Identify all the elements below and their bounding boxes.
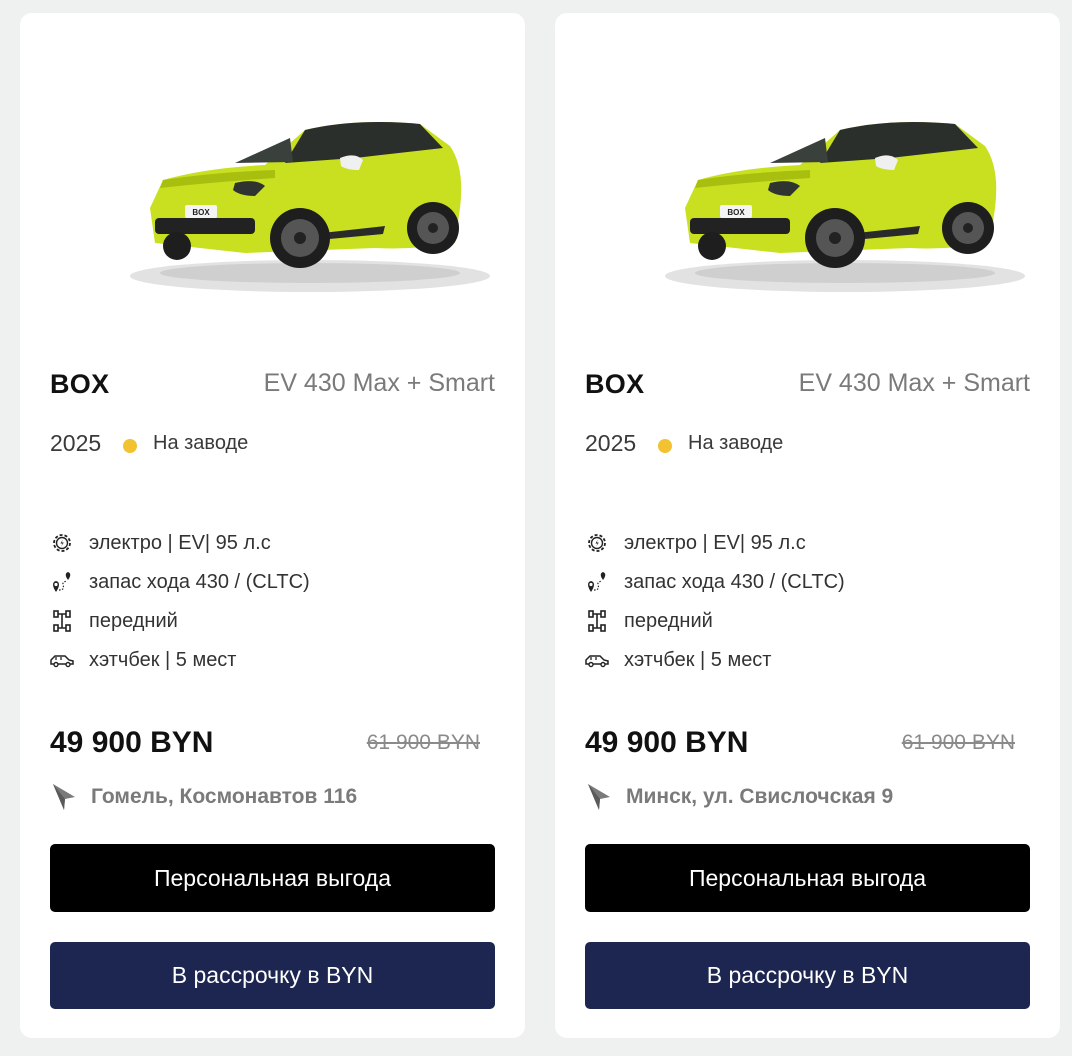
drivetrain-icon bbox=[588, 610, 606, 632]
title-row: BOX EV 430 Max + Smart bbox=[585, 369, 1030, 409]
spec-text: запас хода 430 / (CLTC) bbox=[89, 571, 310, 593]
old-price: 61 900 BYN bbox=[366, 731, 480, 754]
availability-status: На заводе bbox=[688, 432, 784, 454]
installment-button[interactable]: В рассрочку в BYN bbox=[50, 942, 495, 1009]
location-arrow-icon bbox=[588, 784, 610, 810]
car-listing-grid: BOX BOX EV 430 Max + Smart 2025 На завод… bbox=[0, 0, 1072, 1056]
personal-offer-button[interactable]: Персональная выгода bbox=[50, 844, 495, 912]
car-body-icon bbox=[50, 655, 74, 668]
price: 49 900 BYN bbox=[50, 726, 214, 759]
route-icon bbox=[588, 572, 606, 592]
car-year: 2025 bbox=[585, 430, 637, 456]
title-row: BOX EV 430 Max + Smart bbox=[50, 369, 495, 409]
engine-gear-icon bbox=[53, 534, 71, 552]
car-brand[interactable]: BOX bbox=[585, 369, 644, 400]
car-photo[interactable]: BOX bbox=[115, 108, 495, 313]
spec-text: хэтчбек | 5 мест bbox=[624, 649, 772, 671]
car-card[interactable]: BOX BOX EV 430 Max + Smart 2025 На завод… bbox=[555, 13, 1060, 1038]
status-dot-icon bbox=[658, 439, 672, 453]
availability-status: На заводе bbox=[153, 432, 249, 454]
drivetrain-icon bbox=[53, 610, 71, 632]
spec-text: запас хода 430 / (CLTC) bbox=[624, 571, 845, 593]
spec-text: электро | EV| 95 л.с bbox=[624, 532, 806, 554]
spec-text: передний bbox=[624, 610, 713, 632]
car-card[interactable]: BOX BOX EV 430 Max + Smart 2025 На завод… bbox=[20, 13, 525, 1038]
car-brand[interactable]: BOX bbox=[50, 369, 109, 400]
installment-button[interactable]: В рассрочку в BYN bbox=[585, 942, 1030, 1009]
spec-text: хэтчбек | 5 мест bbox=[89, 649, 237, 671]
status-dot-icon bbox=[123, 439, 137, 453]
car-trim: EV 430 Max + Smart bbox=[263, 369, 495, 397]
car-trim: EV 430 Max + Smart bbox=[798, 369, 1030, 397]
engine-gear-icon bbox=[588, 534, 606, 552]
car-body-icon bbox=[585, 655, 609, 668]
personal-offer-button[interactable]: Персональная выгода bbox=[585, 844, 1030, 912]
spec-text: передний bbox=[89, 610, 178, 632]
svg-text:BOX: BOX bbox=[192, 208, 210, 217]
car-photo[interactable]: BOX bbox=[650, 108, 1030, 313]
route-icon bbox=[53, 572, 71, 592]
car-year: 2025 bbox=[50, 430, 102, 456]
location-arrow-icon bbox=[53, 784, 75, 810]
price: 49 900 BYN bbox=[585, 726, 749, 759]
dealer-address: Гомель, Космонавтов 116 bbox=[91, 785, 358, 808]
old-price: 61 900 BYN bbox=[901, 731, 1015, 754]
dealer-address: Минск, ул. Свислочская 9 bbox=[626, 785, 894, 808]
spec-text: электро | EV| 95 л.с bbox=[89, 532, 271, 554]
svg-text:BOX: BOX bbox=[727, 208, 745, 217]
